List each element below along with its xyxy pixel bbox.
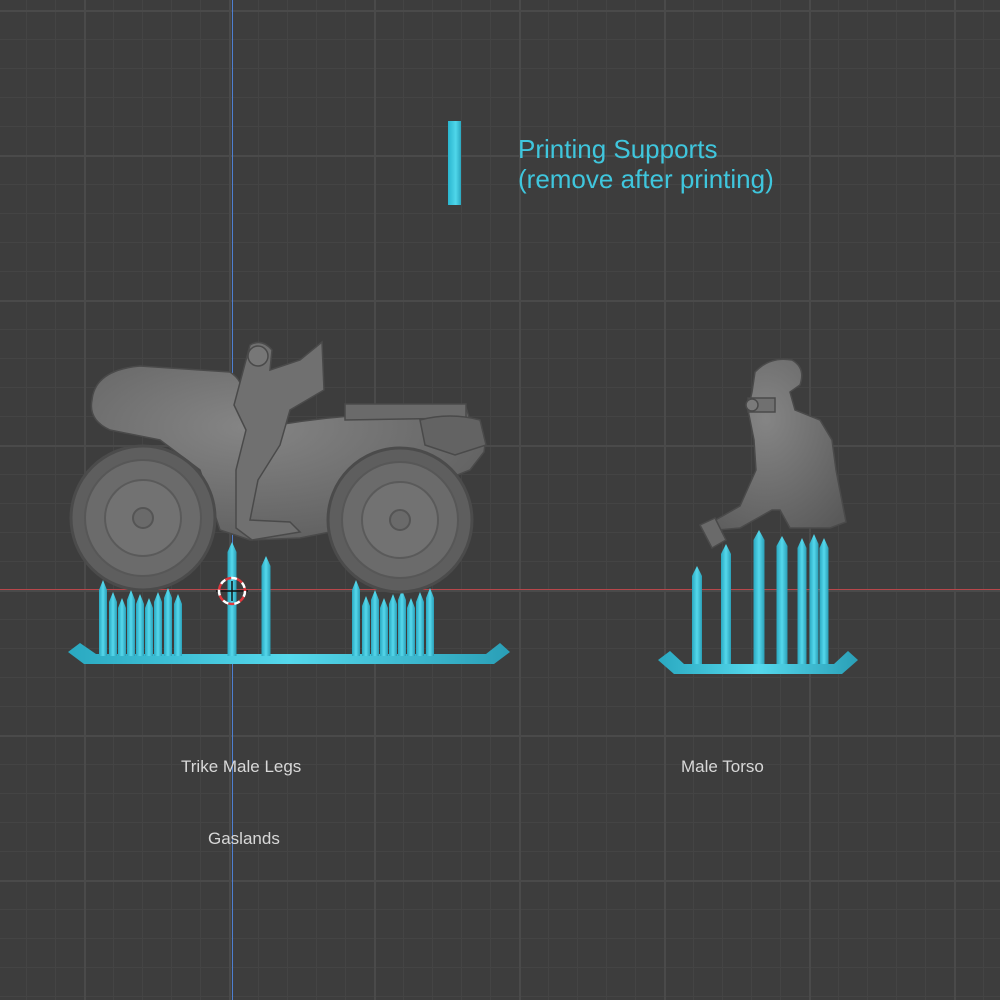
support-pillar <box>99 580 107 656</box>
support-pillar <box>109 592 117 656</box>
support-pillar <box>136 594 144 656</box>
support-pillar <box>371 590 379 656</box>
trike-model[interactable] <box>68 340 510 664</box>
support-pillar <box>174 594 182 656</box>
trike-model-label: Trike Male Legs <box>181 757 302 776</box>
support-pillar <box>416 592 424 656</box>
support-pillar <box>819 538 829 664</box>
support-pillar <box>776 536 788 664</box>
support-pillar <box>127 590 135 656</box>
support-pillar <box>426 588 434 656</box>
torso-supports <box>692 530 829 664</box>
support-pillar <box>398 590 406 656</box>
support-pillar <box>362 596 370 656</box>
scene-objects <box>68 340 858 674</box>
support-pillar <box>389 594 397 656</box>
torso-model-label: Male Torso <box>681 757 764 776</box>
3d-cursor-icon[interactable] <box>216 575 248 607</box>
collection-label: Gaslands <box>208 829 280 848</box>
support-pillar <box>118 598 126 656</box>
support-pillar <box>721 544 731 664</box>
support-pillar <box>380 598 388 656</box>
torso-body <box>698 358 847 550</box>
support-pillar <box>154 592 162 656</box>
torso-model[interactable] <box>658 358 858 674</box>
support-pillar <box>797 538 807 664</box>
support-pillar <box>809 534 819 664</box>
3d-viewport[interactable]: Printing Supports (remove after printing… <box>0 0 1000 1000</box>
trike-front-wheel <box>326 446 474 594</box>
support-pillar <box>692 566 702 664</box>
support-pillar <box>145 598 153 656</box>
trike-rear-wheel <box>69 444 217 592</box>
support-pillar <box>352 580 360 656</box>
support-pillar <box>753 530 765 664</box>
support-pillar <box>261 556 271 656</box>
support-pillar <box>164 588 172 656</box>
support-pillar <box>407 598 415 656</box>
